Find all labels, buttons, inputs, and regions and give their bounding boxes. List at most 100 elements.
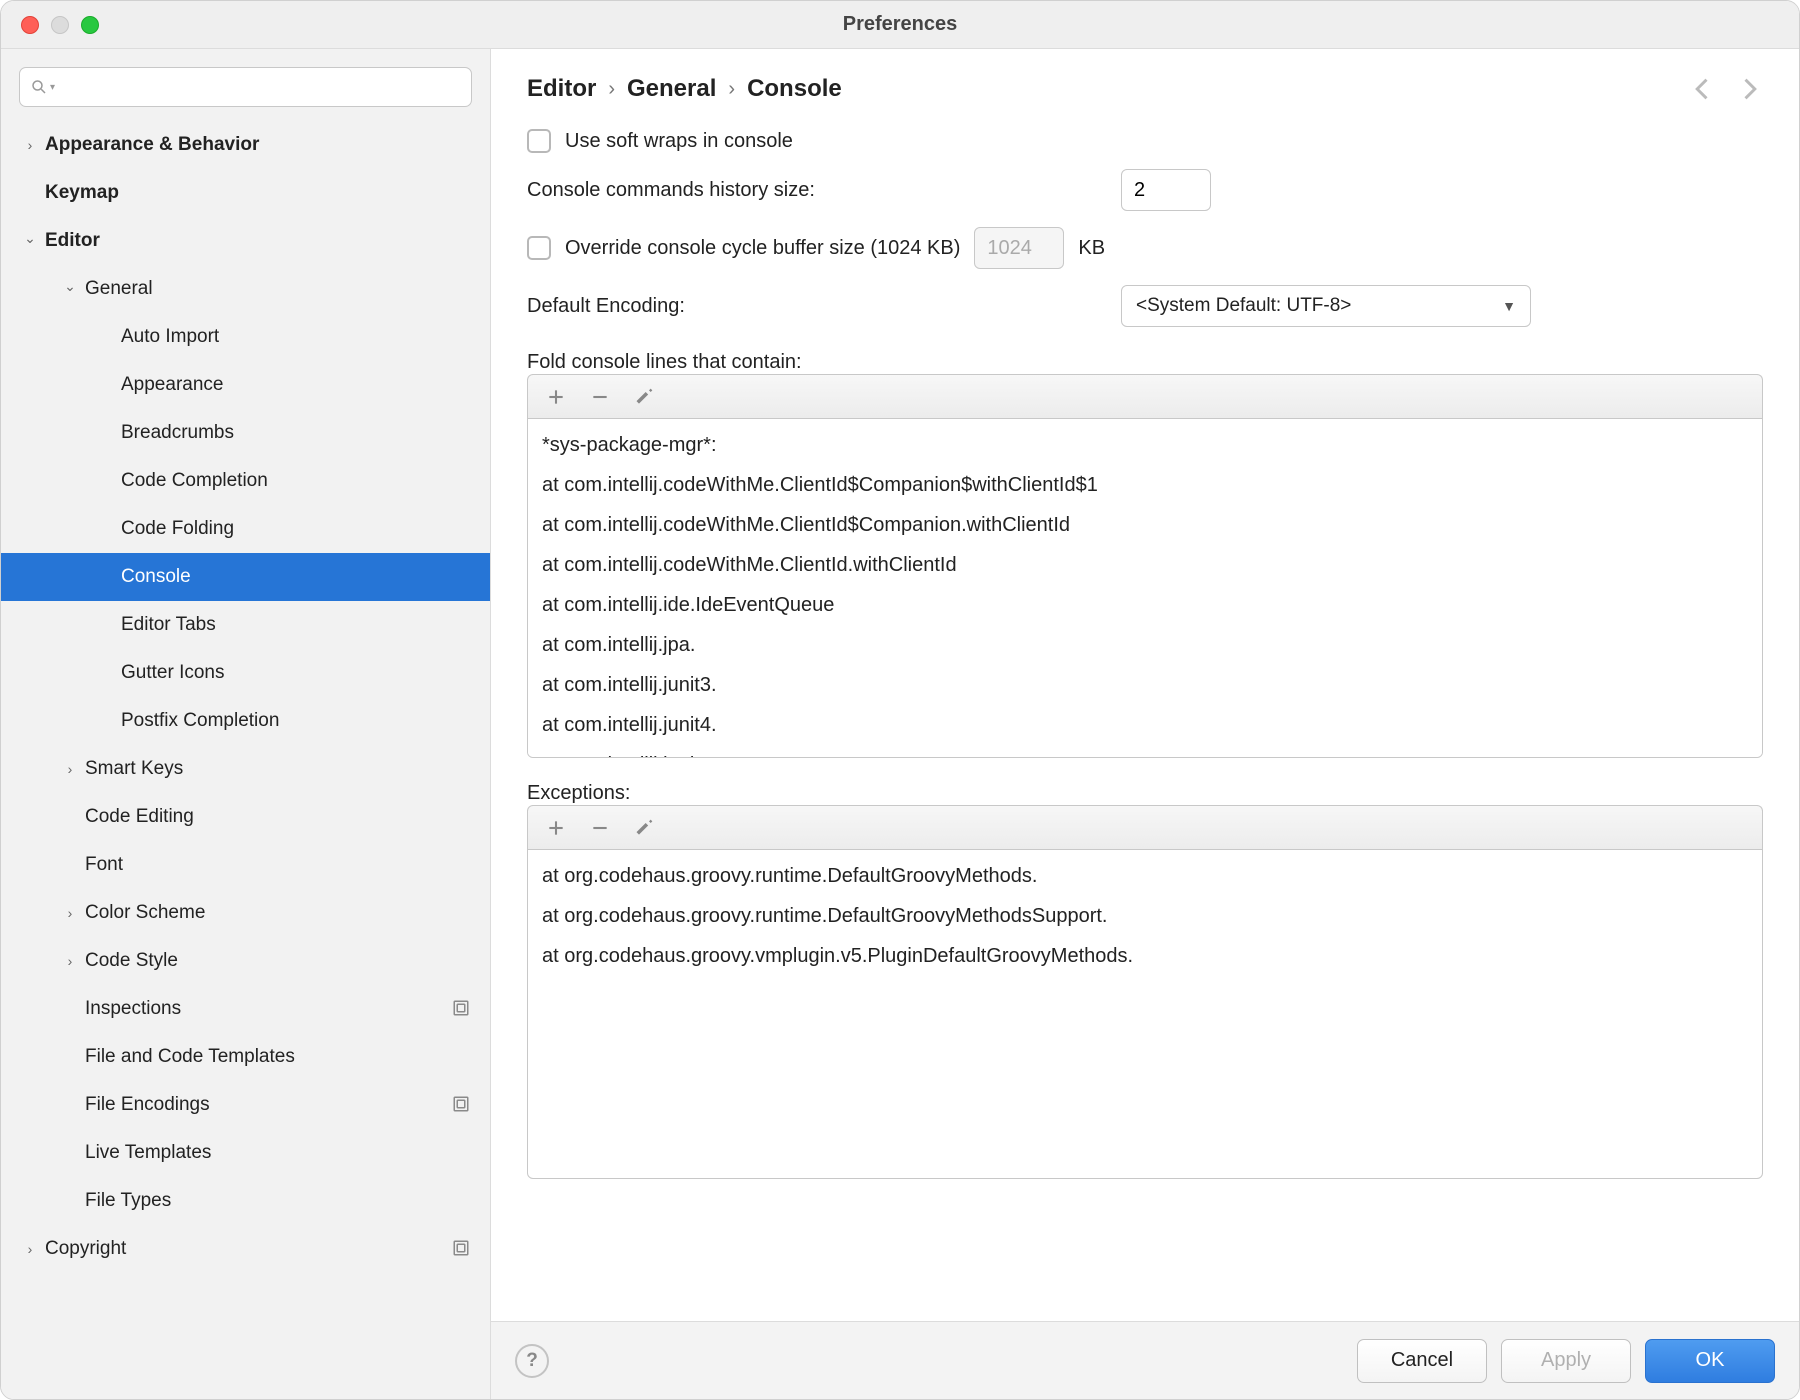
edit-button[interactable] <box>634 818 654 838</box>
sidebar-item-editor[interactable]: ⌄Editor <box>1 217 490 265</box>
sidebar-item-code-folding[interactable]: Code Folding <box>1 505 490 553</box>
list-item[interactable]: at com.intellij.codeWithMe.ClientId$Comp… <box>542 465 1748 505</box>
chevron-icon <box>63 1001 77 1017</box>
chevron-right-icon: › <box>728 78 735 101</box>
sidebar-item-code-completion[interactable]: Code Completion <box>1 457 490 505</box>
list-item[interactable]: *sys-package-mgr*: <box>542 425 1748 465</box>
history-size-input[interactable] <box>1121 169 1211 211</box>
search-input[interactable]: ▾ <box>19 67 472 107</box>
encoding-select[interactable]: <System Default: UTF-8> ▼ <box>1121 285 1531 327</box>
sidebar-item-label: General <box>85 278 472 300</box>
fold-lines-label: Fold console lines that contain: <box>527 351 1763 374</box>
main-panel: Editor › General › Console Use soft wrap… <box>491 49 1799 1399</box>
preferences-window: Preferences ▾ › Appearance & Behavior Keym… <box>0 0 1800 1400</box>
remove-button[interactable] <box>590 818 610 838</box>
chevron-icon <box>63 1193 77 1209</box>
chevron-icon: › <box>63 953 77 969</box>
sidebar-item-appearance-behavior[interactable]: › Appearance & Behavior <box>1 121 490 169</box>
sidebar-item-file-types[interactable]: File Types <box>1 1177 490 1225</box>
project-scope-icon <box>452 999 472 1019</box>
list-item[interactable]: at com.intellij.ide.IdeEventQueue <box>542 585 1748 625</box>
sidebar-item-label: Postfix Completion <box>121 710 472 732</box>
cancel-button[interactable]: Cancel <box>1357 1339 1487 1383</box>
breadcrumb-console: Console <box>747 75 842 103</box>
apply-button: Apply <box>1501 1339 1631 1383</box>
sidebar-item-label: Appearance <box>121 374 472 396</box>
sidebar-item-inspections[interactable]: Inspections <box>1 985 490 1033</box>
list-item[interactable]: at org.codehaus.groovy.vmplugin.v5.Plugi… <box>542 936 1748 976</box>
sidebar-item-gutter-icons[interactable]: Gutter Icons <box>1 649 490 697</box>
exceptions-list[interactable]: at org.codehaus.groovy.runtime.DefaultGr… <box>527 849 1763 1179</box>
breadcrumb-editor[interactable]: Editor <box>527 75 596 103</box>
settings-tree[interactable]: › Appearance & Behavior Keymap ⌄Editor⌄Gene… <box>1 121 490 1399</box>
sidebar-item-console[interactable]: Console <box>1 553 490 601</box>
sidebar-item-appearance[interactable]: Appearance <box>1 361 490 409</box>
list-item[interactable]: at com.intellij.jpa. <box>542 625 1748 665</box>
chevron-icon <box>63 809 77 825</box>
sidebar-item-label: Smart Keys <box>85 758 472 780</box>
sidebar-item-label: File and Code Templates <box>85 1046 472 1068</box>
edit-button[interactable] <box>634 387 654 407</box>
breadcrumb-general[interactable]: General <box>627 75 716 103</box>
sidebar-item-breadcrumbs[interactable]: Breadcrumbs <box>1 409 490 457</box>
sidebar-item-code-editing[interactable]: Code Editing <box>1 793 490 841</box>
list-item[interactable]: at com.intellij.codeWithMe.ClientId$Comp… <box>542 505 1748 545</box>
sidebar-item-color-scheme[interactable]: ›Color Scheme <box>1 889 490 937</box>
exceptions-label: Exceptions: <box>527 782 1763 805</box>
window-title: Preferences <box>1 13 1799 36</box>
sidebar-item-label: Auto Import <box>121 326 472 348</box>
sidebar-item-label: Appearance & Behavior <box>45 134 472 156</box>
sidebar-item-label: Keymap <box>45 182 472 204</box>
nav-forward-icon[interactable] <box>1735 75 1763 103</box>
sidebar-item-label: Editor Tabs <box>121 614 472 636</box>
sidebar-item-keymap[interactable]: Keymap <box>1 169 490 217</box>
encoding-value: <System Default: UTF-8> <box>1136 295 1351 317</box>
chevron-icon: › <box>23 137 37 153</box>
search-field[interactable] <box>61 77 461 98</box>
sidebar-item-code-style[interactable]: ›Code Style <box>1 937 490 985</box>
help-button[interactable]: ? <box>515 1344 549 1378</box>
sidebar-item-file-and-code-templates[interactable]: File and Code Templates <box>1 1033 490 1081</box>
fold-toolbar <box>527 374 1763 418</box>
sidebar-item-label: File Types <box>85 1190 472 1212</box>
chevron-icon <box>23 185 37 201</box>
titlebar: Preferences <box>1 1 1799 49</box>
nav-back-icon[interactable] <box>1689 75 1717 103</box>
add-button[interactable] <box>546 818 566 838</box>
sidebar-item-smart-keys[interactable]: › Smart Keys <box>1 745 490 793</box>
sidebar-item-auto-import[interactable]: Auto Import <box>1 313 490 361</box>
sidebar-item-general[interactable]: ⌄General <box>1 265 490 313</box>
sidebar-item-font[interactable]: Font <box>1 841 490 889</box>
sidebar-item-postfix-completion[interactable]: Postfix Completion <box>1 697 490 745</box>
search-icon <box>30 78 48 96</box>
remove-button[interactable] <box>590 387 610 407</box>
fold-lines-list[interactable]: *sys-package-mgr*:at com.intellij.codeWi… <box>527 418 1763 758</box>
list-item[interactable]: at com.intellij.junit5. <box>542 745 1748 758</box>
add-button[interactable] <box>546 387 566 407</box>
dialog-footer: ? Cancel Apply OK <box>491 1321 1799 1399</box>
chevron-icon: › <box>23 1241 37 1257</box>
override-buffer-checkbox[interactable] <box>527 236 551 260</box>
sidebar-item-file-encodings[interactable]: File Encodings <box>1 1081 490 1129</box>
sidebar-item-label: Console <box>121 566 472 588</box>
sidebar-item-copyright[interactable]: ›Copyright <box>1 1225 490 1273</box>
soft-wraps-checkbox[interactable] <box>527 129 551 153</box>
chevron-icon <box>63 1145 77 1161</box>
list-item[interactable]: at com.intellij.junit4. <box>542 705 1748 745</box>
sidebar-item-label: Font <box>85 854 472 876</box>
ok-button[interactable]: OK <box>1645 1339 1775 1383</box>
kb-unit-label: KB <box>1078 237 1105 260</box>
encoding-label: Default Encoding: <box>527 295 1107 318</box>
sidebar-item-label: Code Folding <box>121 518 472 540</box>
chevron-icon <box>63 1097 77 1113</box>
sidebar-item-label: Code Completion <box>121 470 472 492</box>
chevron-icon: › <box>63 761 77 777</box>
list-item[interactable]: at org.codehaus.groovy.runtime.DefaultGr… <box>542 896 1748 936</box>
list-item[interactable]: at com.intellij.junit3. <box>542 665 1748 705</box>
sidebar-item-live-templates[interactable]: Live Templates <box>1 1129 490 1177</box>
list-item[interactable]: at com.intellij.codeWithMe.ClientId.with… <box>542 545 1748 585</box>
soft-wraps-label: Use soft wraps in console <box>565 130 793 153</box>
sidebar-item-editor-tabs[interactable]: Editor Tabs <box>1 601 490 649</box>
list-item[interactable]: at org.codehaus.groovy.runtime.DefaultGr… <box>542 856 1748 896</box>
sidebar-item-label: Breadcrumbs <box>121 422 472 444</box>
